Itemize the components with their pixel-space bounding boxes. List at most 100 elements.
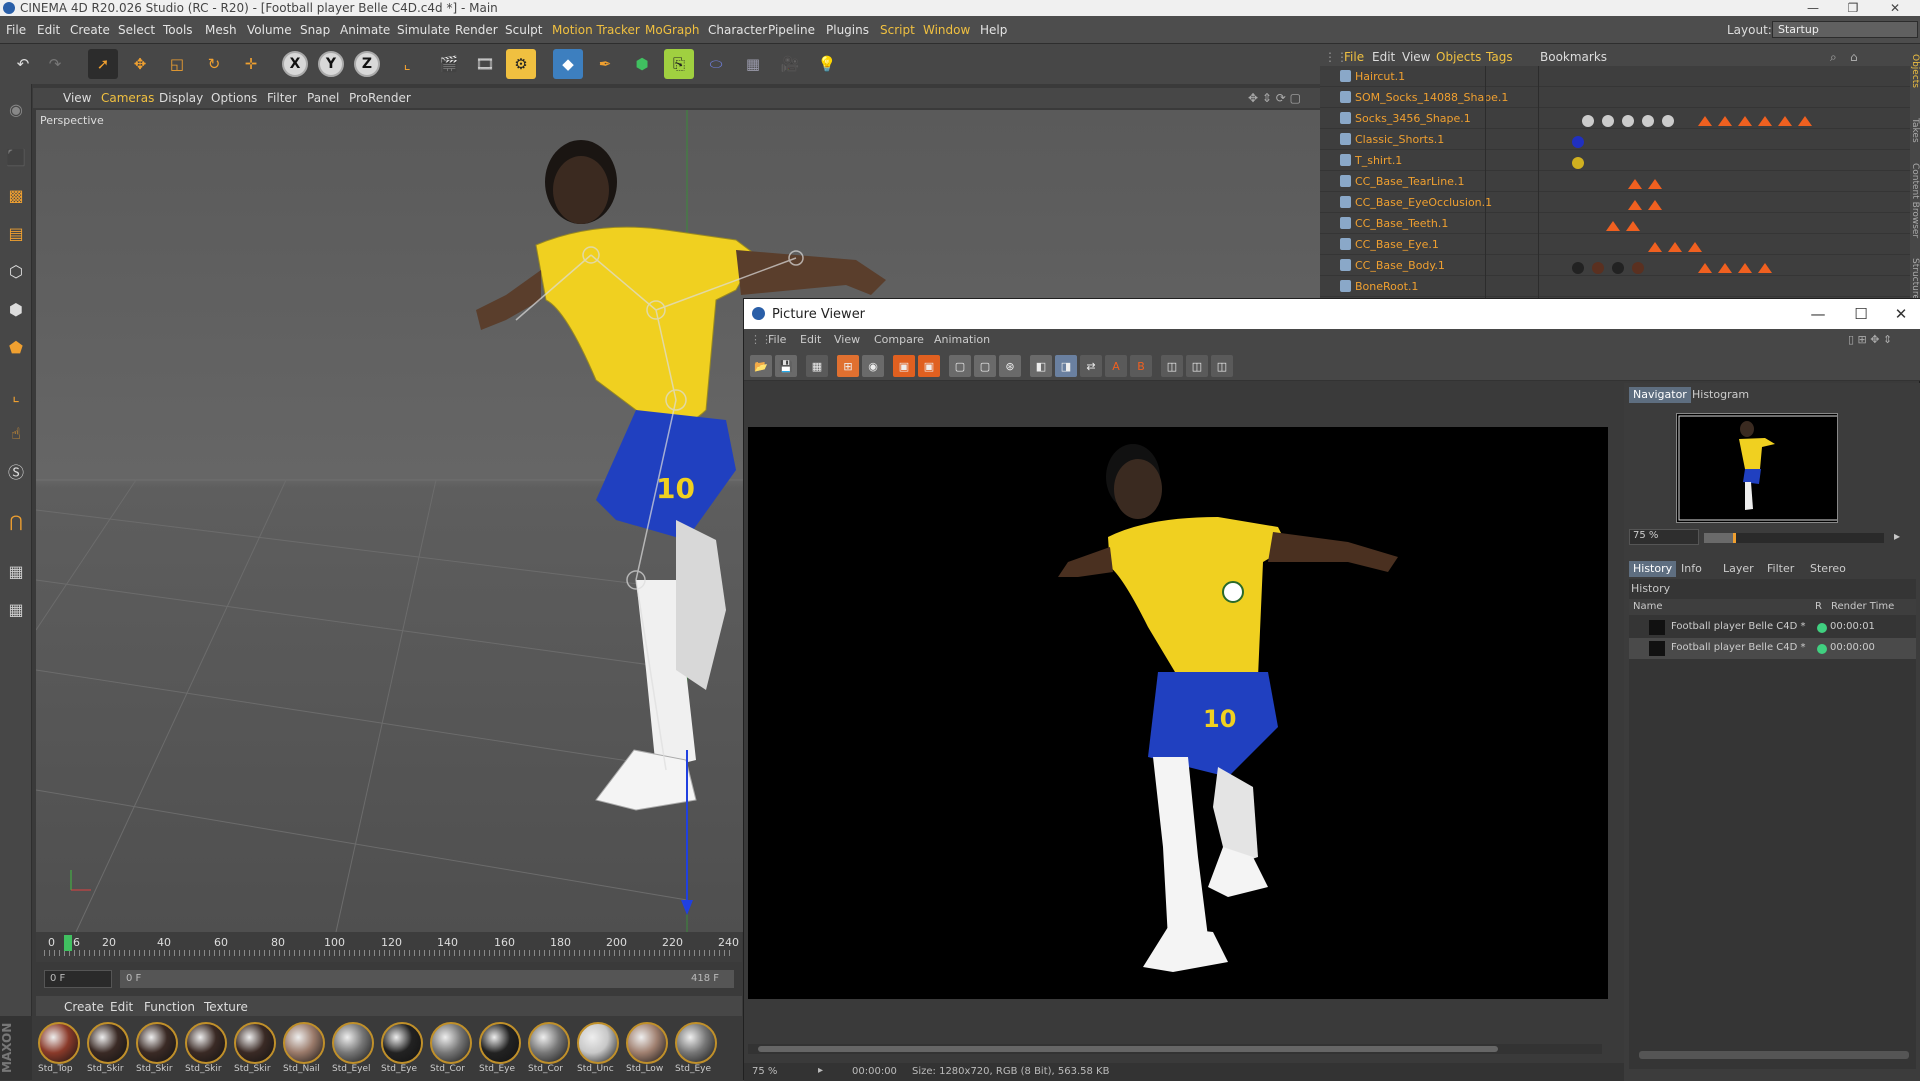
menu-select[interactable]: Select	[118, 23, 155, 37]
current-frame-field[interactable]: 0 F	[44, 970, 112, 988]
save-icon[interactable]: 💾	[775, 355, 797, 377]
polygons-mode-icon[interactable]: ⬟	[3, 334, 29, 360]
timeline-ruler[interactable]: 0 6 20 40 60 80 100 120 140 160 180 200 …	[36, 932, 742, 962]
set-b-icon[interactable]: B	[1130, 355, 1152, 377]
objects-menu-view[interactable]: View	[1402, 50, 1430, 64]
transform-tool-icon[interactable]: ✛	[236, 49, 266, 79]
material-swatch[interactable]: Std_Skir	[87, 1022, 131, 1078]
viewport-menu-filter[interactable]: Filter	[267, 91, 297, 105]
workplane-mode-icon[interactable]: ▤	[3, 220, 29, 246]
magnet-icon[interactable]: ⋂	[3, 508, 29, 534]
render-view-icon[interactable]: 🎬	[434, 49, 464, 79]
layer-icon[interactable]: ◫	[1186, 355, 1208, 377]
pv-close-button[interactable]: ✕	[1881, 303, 1920, 325]
pv-horizontal-scrollbar[interactable]	[748, 1044, 1602, 1054]
col-render-time[interactable]: Render Time	[1831, 601, 1894, 612]
coordinate-system-icon[interactable]: ⌞	[392, 49, 422, 79]
pv-menu-file[interactable]: File	[768, 333, 786, 346]
status-zoom[interactable]: 75 %	[752, 1066, 777, 1077]
material-menu-texture[interactable]: Texture	[204, 1000, 248, 1014]
material-menu-create[interactable]: Create	[64, 1000, 104, 1014]
pv-menu-edit[interactable]: Edit	[800, 333, 821, 346]
camera-icon[interactable]: 🎥	[775, 49, 805, 79]
x-axis-lock-icon[interactable]: X	[282, 51, 308, 77]
menu-mograph[interactable]: MoGraph	[645, 23, 700, 37]
pv-menu-view[interactable]: View	[834, 333, 860, 346]
material-swatch[interactable]: Std_Unc	[577, 1022, 621, 1078]
material-menu-edit[interactable]: Edit	[110, 1000, 133, 1014]
material-menu-function[interactable]: Function	[144, 1000, 195, 1014]
objects-menu-file[interactable]: File	[1344, 50, 1364, 64]
frame-range-slider[interactable]: 0 F 418 F	[120, 970, 734, 988]
viewport-menu-options[interactable]: Options	[211, 91, 257, 105]
history-scrollbar[interactable]	[1639, 1051, 1909, 1059]
col-r[interactable]: R	[1815, 601, 1822, 612]
material-swatch[interactable]: Std_Cor	[430, 1022, 474, 1078]
menu-simulate[interactable]: Simulate	[397, 23, 450, 37]
make-editable-icon[interactable]: ◉	[3, 96, 29, 122]
render-image[interactable]: 10	[748, 427, 1608, 999]
material-swatch[interactable]: Std_Skir	[185, 1022, 229, 1078]
tab-content-browser[interactable]: Content Browser	[1910, 163, 1920, 238]
light-icon[interactable]: 💡	[812, 49, 842, 79]
material-swatch[interactable]: Std_Eye	[479, 1022, 523, 1078]
grid-snap-icon[interactable]: ▦	[3, 596, 29, 622]
material-swatch[interactable]: Std_Top	[38, 1022, 82, 1078]
pv-maximize-button[interactable]: ☐	[1841, 303, 1881, 325]
viewport-menu-cameras[interactable]: Cameras	[101, 91, 154, 105]
render-icon[interactable]: ▣	[893, 355, 915, 377]
menu-animate[interactable]: Animate	[340, 23, 390, 37]
swap-icon[interactable]: ⇄	[1080, 355, 1102, 377]
pen-spline-icon[interactable]: ✒	[590, 49, 620, 79]
minimize-button[interactable]: —	[1798, 0, 1828, 16]
viewport-menu-display[interactable]: Display	[159, 91, 203, 105]
viewport-menu-panel[interactable]: Panel	[307, 91, 339, 105]
region-icon[interactable]: ▢	[949, 355, 971, 377]
history-row[interactable]: Football player Belle C4D * 00:00:00	[1629, 638, 1916, 659]
tab-objects[interactable]: Objects	[1910, 54, 1920, 88]
tags-column[interactable]	[1548, 66, 1848, 298]
menu-motion-tracker[interactable]: Motion Tracker	[552, 23, 640, 37]
render-settings-icon[interactable]: ⚙	[506, 49, 536, 79]
material-swatch[interactable]: Std_Low	[626, 1022, 670, 1078]
open-icon[interactable]: 📂	[750, 355, 772, 377]
pv-menu-compare[interactable]: Compare	[874, 333, 924, 346]
menu-plugins[interactable]: Plugins	[826, 23, 869, 37]
home-icon[interactable]: ⌂	[1850, 50, 1858, 64]
tab-histogram[interactable]: Histogram	[1688, 387, 1753, 403]
floor-icon[interactable]: ▦	[738, 49, 768, 79]
material-swatch[interactable]: Std_Skir	[136, 1022, 180, 1078]
viewport-menu-prorender[interactable]: ProRender	[349, 91, 411, 105]
split-view-icon[interactable]: ◨	[1055, 355, 1077, 377]
menu-volume[interactable]: Volume	[247, 23, 292, 37]
tab-structure[interactable]: Structure	[1910, 258, 1920, 300]
z-axis-lock-icon[interactable]: Z	[354, 51, 380, 77]
menu-file[interactable]: File	[6, 23, 26, 37]
material-swatch[interactable]: Std_Nail	[283, 1022, 327, 1078]
material-swatch[interactable]: Std_Skir	[234, 1022, 278, 1078]
material-swatch[interactable]: Std_Eyel	[332, 1022, 376, 1078]
objects-menu-tags[interactable]: Tags	[1486, 50, 1513, 64]
scroll-thumb[interactable]	[758, 1046, 1498, 1052]
menu-edit[interactable]: Edit	[37, 23, 60, 37]
workplane-lock-icon[interactable]: ▦	[3, 558, 29, 584]
timeline-playhead[interactable]	[64, 935, 72, 951]
axis-mode-icon[interactable]: ⌞	[3, 382, 29, 408]
grid-icon[interactable]: ▦	[806, 355, 828, 377]
pv-menu-animation[interactable]: Animation	[934, 333, 990, 346]
navigator-thumbnail[interactable]	[1676, 413, 1840, 523]
zoom-icon[interactable]: ◉	[862, 355, 884, 377]
stop-render-icon[interactable]: ▣	[918, 355, 940, 377]
tab-takes[interactable]: Takes	[1910, 118, 1920, 143]
subdivision-icon[interactable]: ⬢	[627, 49, 657, 79]
menu-mesh[interactable]: Mesh	[205, 23, 237, 37]
viewport-nav-icons[interactable]: ✥ ⇕ ⟳ ▢	[1248, 91, 1301, 105]
fit-screen-icon[interactable]: ⊞	[837, 355, 859, 377]
material-swatch[interactable]: Std_Eye	[675, 1022, 719, 1078]
navigator-zoom-field[interactable]: 75 %	[1629, 529, 1699, 545]
snapshot-icon[interactable]: ⊛	[999, 355, 1021, 377]
select-tool-icon[interactable]: ➚	[88, 49, 118, 79]
objects-menu-objects[interactable]: Objects	[1436, 50, 1481, 64]
filter-icon[interactable]: ◫	[1211, 355, 1233, 377]
close-button[interactable]: ✕	[1880, 0, 1910, 16]
